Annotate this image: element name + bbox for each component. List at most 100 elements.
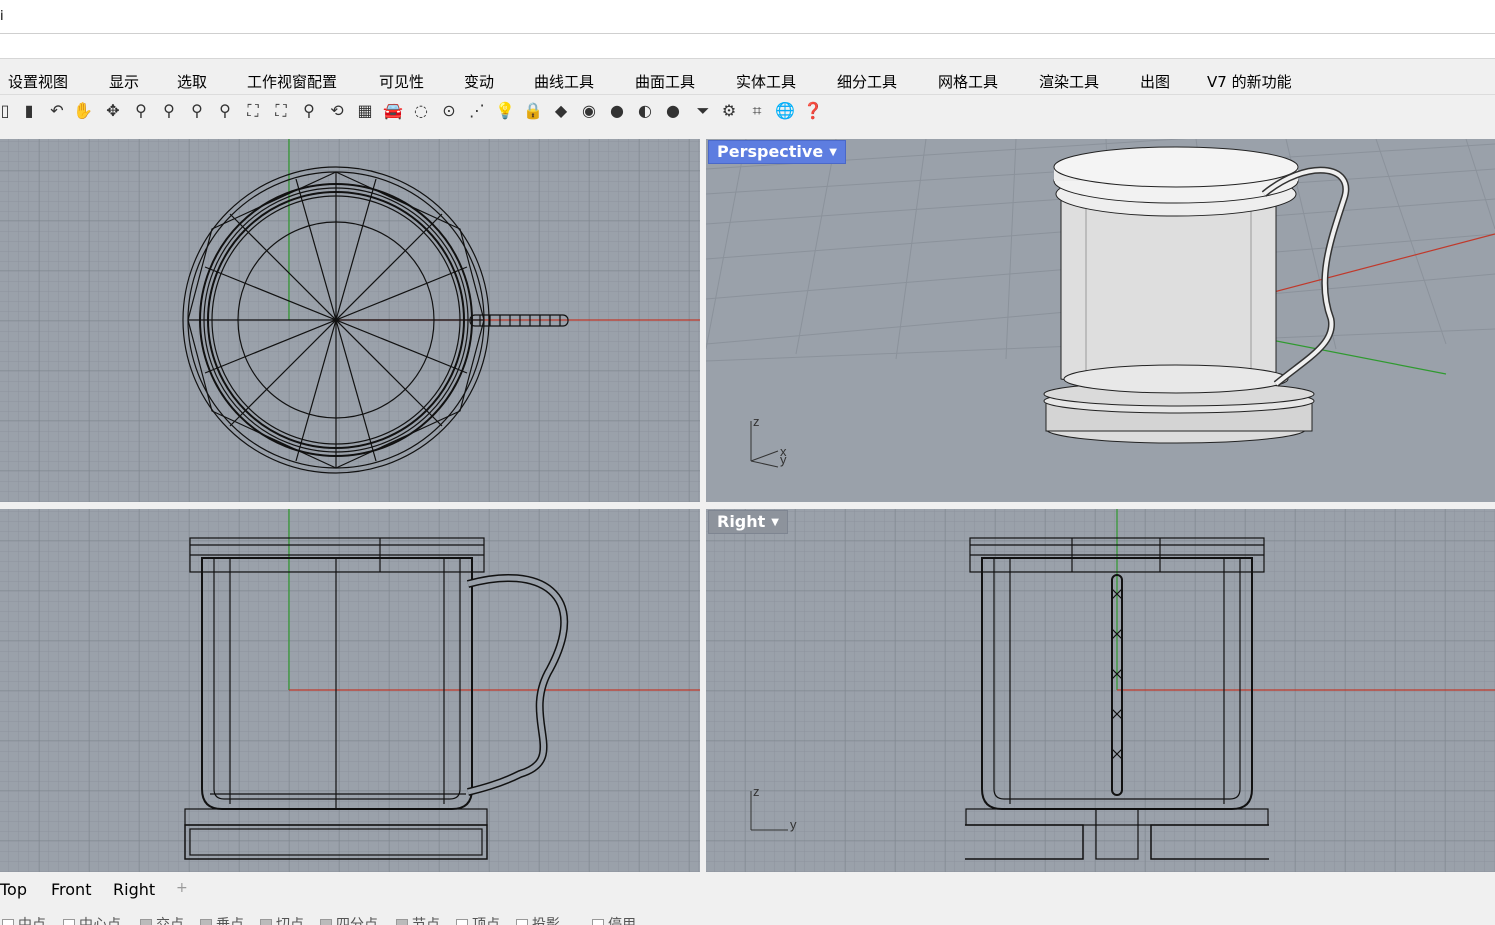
command-history: i: [0, 0, 1495, 34]
undo-icon[interactable]: ↶: [44, 98, 70, 124]
menu-drafting[interactable]: 出图: [1140, 71, 1170, 92]
right-axis-z-label: z: [753, 784, 760, 799]
menu-solid-tools[interactable]: 实体工具: [736, 71, 796, 92]
osnap-label: 中点: [18, 917, 46, 925]
checkbox[interactable]: [320, 919, 332, 925]
menu-visibility[interactable]: 可见性: [379, 71, 424, 92]
menu-viewport-layout[interactable]: 工作视窗配置: [247, 71, 337, 92]
checkbox[interactable]: [592, 919, 604, 925]
zoom-in-icon[interactable]: ⚲: [128, 98, 154, 124]
ortho-icon[interactable]: ⊙: [436, 98, 462, 124]
persp-axis-y-label: y: [780, 452, 787, 467]
osnap-vertex[interactable]: 顶点: [456, 914, 500, 925]
menu-surface-tools[interactable]: 曲面工具: [635, 71, 695, 92]
render-sphere-icon[interactable]: ●: [604, 98, 630, 124]
layers-icon[interactable]: ◆: [548, 98, 574, 124]
pan-hand-icon[interactable]: ✋: [70, 98, 96, 124]
menu-transform[interactable]: 变动: [464, 71, 494, 92]
viewport-right-label: Right: [717, 512, 766, 531]
checkbox[interactable]: [456, 919, 468, 925]
osnap-perpendicular[interactable]: 垂点: [200, 914, 244, 925]
viewport-front[interactable]: [0, 509, 700, 872]
menu-select[interactable]: 选取: [177, 71, 207, 92]
zoom-selected-icon[interactable]: ⚲: [212, 98, 238, 124]
lock-icon[interactable]: 🔒: [520, 98, 546, 124]
zoom-dynamic-icon[interactable]: ⚲: [184, 98, 210, 124]
osnap-center[interactable]: 中心点: [63, 914, 121, 925]
checkbox[interactable]: [516, 919, 528, 925]
osnap-label: 投影: [532, 917, 560, 925]
osnap-intersection[interactable]: 交点: [140, 914, 184, 925]
blue-sphere-icon[interactable]: ●: [660, 98, 686, 124]
menu-render-tools[interactable]: 渲染工具: [1039, 71, 1099, 92]
undo-view-icon[interactable]: ⟲: [324, 98, 350, 124]
zoom-extents-icon[interactable]: ⛶: [240, 98, 266, 124]
viewport-tabs: Top Front Right +: [0, 874, 1495, 904]
top-view-canvas: [0, 139, 700, 502]
osnap-midpoint[interactable]: 中点: [2, 914, 46, 925]
osnap-label: 垂点: [216, 917, 244, 925]
color-wheel-icon[interactable]: ◉: [576, 98, 602, 124]
globe-icon[interactable]: 🌐: [772, 98, 798, 124]
hide-icon[interactable]: ◌: [408, 98, 434, 124]
zoom-extents-all-icon[interactable]: ⛶: [268, 98, 294, 124]
osnap-tangent[interactable]: 切点: [260, 914, 304, 925]
viewport-perspective[interactable]: z x y Perspective ▼: [706, 139, 1495, 502]
menu-mesh-tools[interactable]: 网格工具: [938, 71, 998, 92]
checkbox[interactable]: [140, 919, 152, 925]
menu-whats-new[interactable]: V7 的新功能: [1207, 71, 1292, 92]
osnap-label: 切点: [276, 917, 304, 925]
group-icon[interactable]: ⌗: [744, 98, 770, 124]
right-view-canvas: z y: [706, 509, 1495, 872]
command-input[interactable]: [0, 34, 1495, 59]
help-icon[interactable]: ❓: [800, 98, 826, 124]
osnap-disable[interactable]: 停用: [592, 914, 636, 925]
standard-toolbar: ▯ ▮ ↶ ✋ ✥ ⚲ ⚲ ⚲ ⚲ ⛶ ⛶ ⚲ ⟲ ▦ 🚘 ◌ ⊙ ⋰ 💡 🔒 …: [0, 96, 1495, 126]
snap-icon[interactable]: ⋰: [464, 98, 490, 124]
osnap-label: 中心点: [79, 917, 121, 925]
menu-bar: 设置视图 显示 选取 工作视窗配置 可见性 变动 曲线工具 曲面工具 实体工具 …: [0, 64, 1495, 95]
filter-icon[interactable]: ⏷: [690, 98, 716, 124]
checkbox[interactable]: [260, 919, 272, 925]
tab-right[interactable]: Right: [113, 880, 155, 899]
command-text: i: [0, 9, 4, 24]
menu-subd-tools[interactable]: 细分工具: [837, 71, 897, 92]
right-axis-y-label: y: [790, 817, 797, 832]
osnap-label: 停用: [608, 917, 636, 925]
rotate-view-icon[interactable]: ✥: [100, 98, 126, 124]
osnap-label: 顶点: [472, 917, 500, 925]
chevron-down-icon[interactable]: ▼: [771, 512, 779, 534]
viewport-right[interactable]: z y Right ▼: [706, 509, 1495, 872]
shaded-sphere-icon[interactable]: ◐: [632, 98, 658, 124]
osnap-quadrant[interactable]: 四分点: [320, 914, 378, 925]
persp-axis-z-label: z: [753, 414, 760, 429]
tab-top[interactable]: Top: [0, 880, 27, 899]
viewport-top[interactable]: [0, 139, 700, 502]
menu-set-view[interactable]: 设置视图: [8, 71, 68, 92]
osnap-project[interactable]: 投影: [516, 914, 560, 925]
viewport-title-right[interactable]: Right ▼: [708, 510, 788, 534]
checkbox[interactable]: [2, 919, 14, 925]
open-icon[interactable]: ▮: [16, 98, 42, 124]
osnap-label: 四分点: [336, 917, 378, 925]
zoom-target-icon[interactable]: ⚲: [296, 98, 322, 124]
osnap-bar: 中点 中心点 交点 垂点 切点 四分点 节点 顶点 投影 停用: [0, 906, 1495, 925]
checkbox[interactable]: [200, 919, 212, 925]
menu-curve-tools[interactable]: 曲线工具: [534, 71, 594, 92]
checkbox[interactable]: [396, 919, 408, 925]
checkbox[interactable]: [63, 919, 75, 925]
zoom-window-icon[interactable]: ⚲: [156, 98, 182, 124]
light-icon[interactable]: 💡: [492, 98, 518, 124]
tab-front[interactable]: Front: [51, 880, 91, 899]
osnap-label: 节点: [412, 917, 440, 925]
viewport-title-perspective[interactable]: Perspective ▼: [708, 140, 846, 164]
car-icon[interactable]: 🚘: [380, 98, 406, 124]
menu-display[interactable]: 显示: [109, 71, 139, 92]
grid-icon[interactable]: ▦: [352, 98, 378, 124]
viewport-perspective-label: Perspective: [717, 142, 824, 161]
options-gear-icon[interactable]: ⚙: [716, 98, 742, 124]
chevron-down-icon[interactable]: ▼: [829, 142, 837, 164]
add-tab-icon[interactable]: +: [176, 880, 188, 896]
osnap-knot[interactable]: 节点: [396, 914, 440, 925]
osnap-label: 交点: [156, 917, 184, 925]
